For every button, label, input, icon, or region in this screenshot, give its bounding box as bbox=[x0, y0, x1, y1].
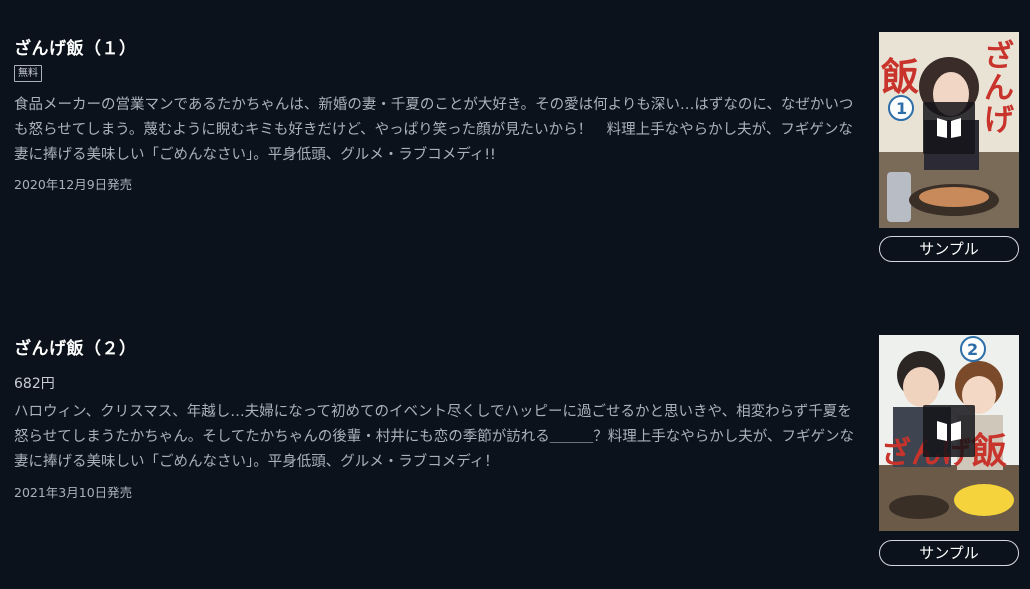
release-date: 2020年12月9日発売 bbox=[14, 177, 133, 192]
book-preview-icon[interactable] bbox=[923, 102, 975, 154]
volume-description: 食品メーカーの営業マンであるたかちゃんは、新婚の妻・千夏のことが大好き。その愛は… bbox=[14, 97, 854, 163]
cover-number: 2 bbox=[967, 340, 978, 359]
volume-description: ハロウィン、クリスマス、年越し…夫婦になって初めてのイベント尽くしでハッピーに過… bbox=[14, 404, 854, 470]
sample-button[interactable]: サンプル bbox=[879, 540, 1019, 566]
free-badge: 無料 bbox=[14, 65, 42, 82]
volume-item: ざんげ飯（２） 682円 ハロウィン、クリスマス、年越し…夫婦になって初めてのイ… bbox=[0, 300, 1030, 589]
book-preview-icon[interactable] bbox=[923, 405, 975, 457]
cover-image[interactable]: 飯 ざ ん げ 1 bbox=[879, 32, 1019, 228]
sample-button[interactable]: サンプル bbox=[879, 236, 1019, 262]
cover-image[interactable]: ざんげ 飯 2 bbox=[879, 335, 1019, 531]
volume-title[interactable]: ざんげ飯（１） bbox=[14, 34, 137, 59]
svg-text:げ: げ bbox=[984, 103, 1015, 138]
volume-title[interactable]: ざんげ飯（２） bbox=[14, 334, 137, 359]
svg-text:ん: ん bbox=[984, 71, 1014, 106]
svg-text:飯: 飯 bbox=[881, 54, 919, 99]
volume-list: ざんげ飯（１） 無料 食品メーカーの営業マンであるたかちゃんは、新婚の妻・千夏の… bbox=[0, 0, 1030, 589]
svg-text:ざ: ざ bbox=[984, 39, 1014, 74]
price: 682円 bbox=[14, 376, 55, 392]
cover-number: 1 bbox=[896, 99, 907, 118]
svg-text:飯: 飯 bbox=[971, 430, 1007, 472]
release-date: 2021年3月10日発売 bbox=[14, 485, 133, 500]
volume-item: ざんげ飯（１） 無料 食品メーカーの営業マンであるたかちゃんは、新婚の妻・千夏の… bbox=[0, 0, 1030, 300]
